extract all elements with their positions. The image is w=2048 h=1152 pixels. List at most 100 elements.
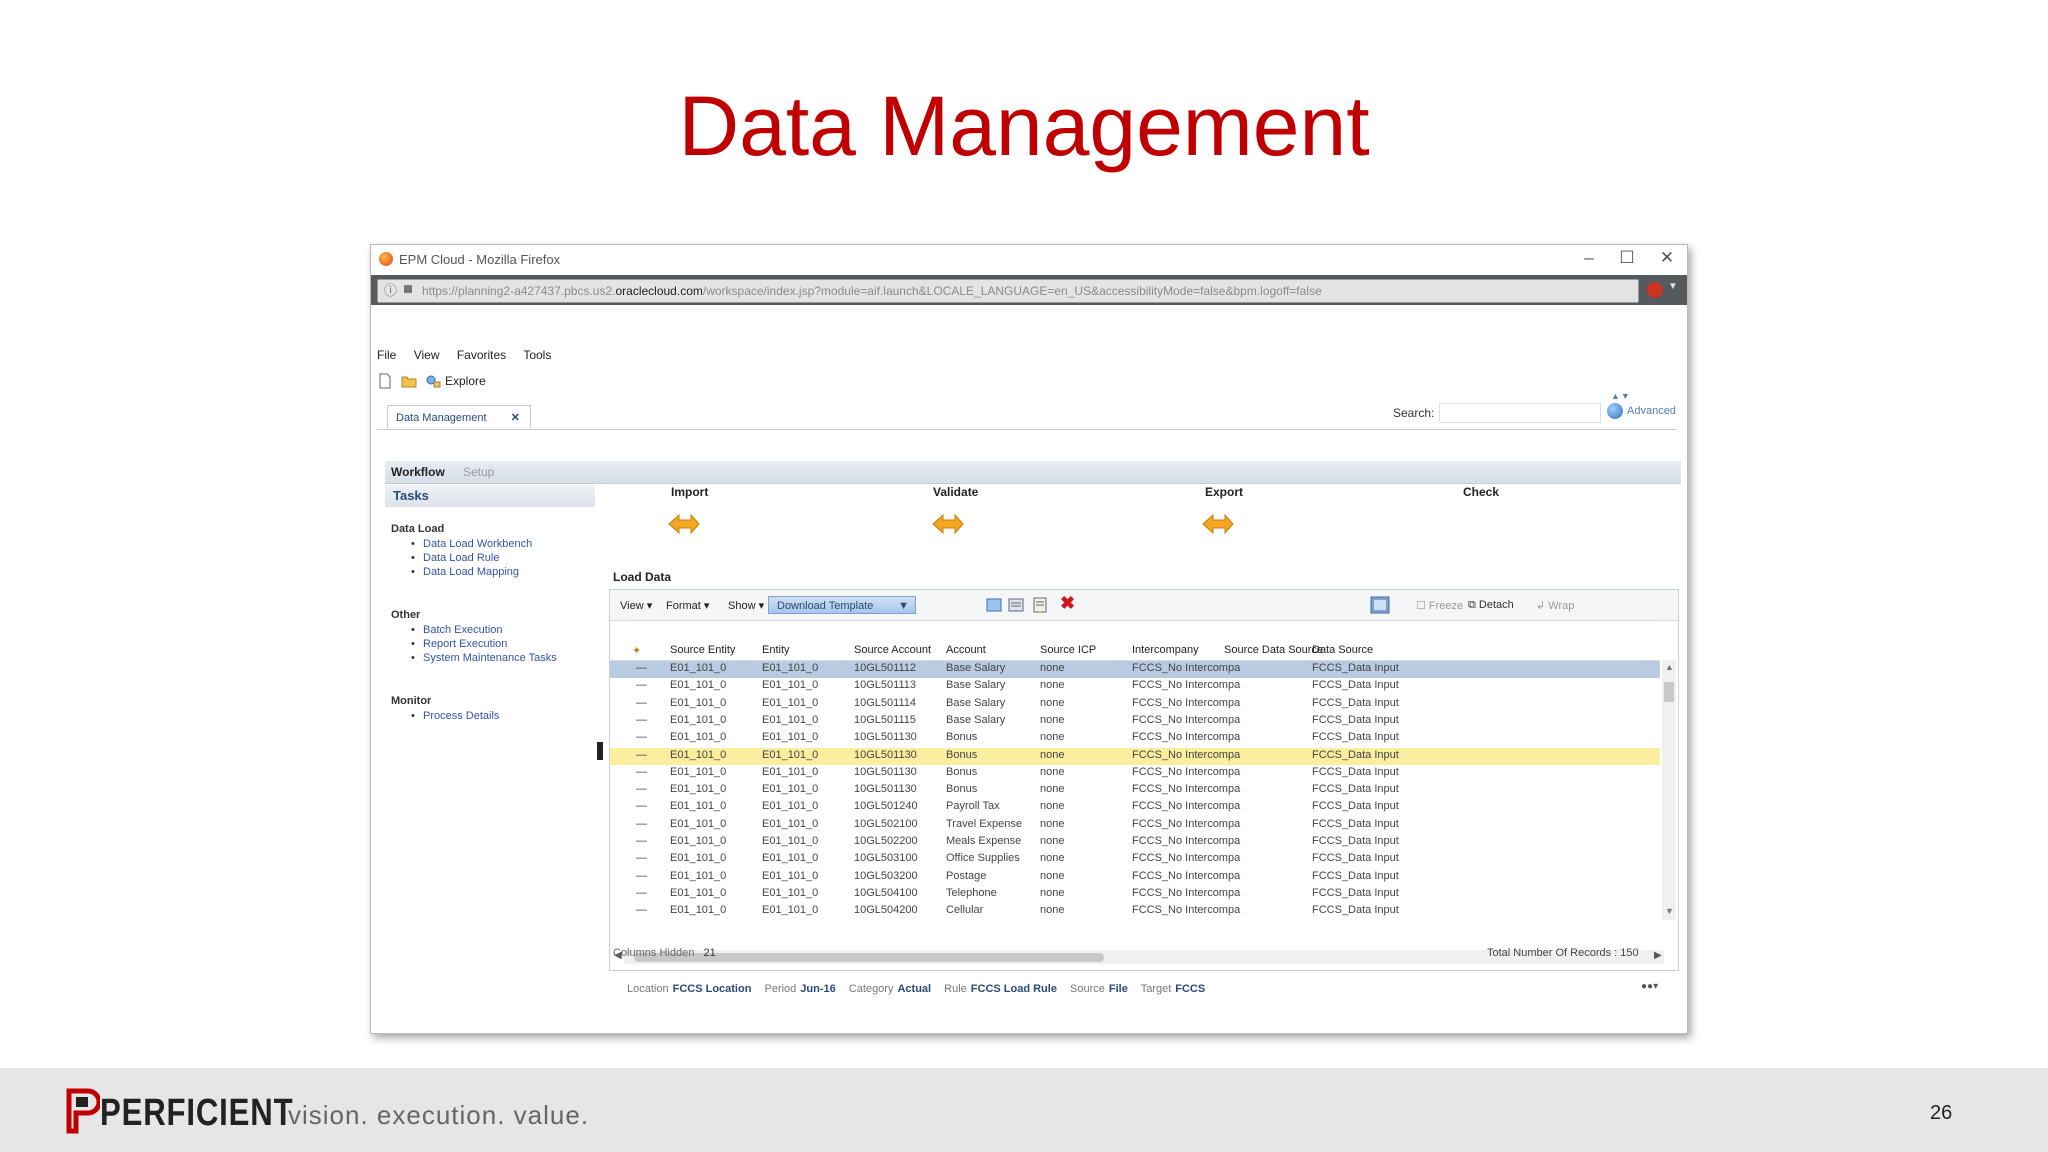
table-row[interactable]: — E01_101_0 E01_101_0 10GL501130 Bonus none FC…	[610, 782, 1660, 799]
cell-entity: E01_101_0	[762, 783, 819, 796]
tab-close-icon[interactable]: ✕	[511, 406, 520, 430]
pov-location[interactable]: FCCS Location	[673, 983, 752, 995]
close-icon[interactable]: ✕	[1655, 248, 1679, 268]
cell-source-entity: E01_101_0	[670, 904, 727, 917]
grid-action-icon[interactable]	[1008, 597, 1024, 613]
minimize-icon[interactable]: –	[1577, 248, 1601, 268]
grid-action-icon[interactable]	[986, 597, 1002, 613]
tab-workflow[interactable]: Workflow	[391, 465, 445, 479]
table-row[interactable]: — E01_101_0 E01_101_0 10GL504200 Cellular non…	[610, 903, 1660, 920]
detach-button[interactable]: ⧉ Detach	[1468, 599, 1514, 612]
table-row[interactable]: — E01_101_0 E01_101_0 10GL501112 Base Salary…	[610, 661, 1660, 678]
table-row[interactable]: — E01_101_0 E01_101_0 10GL504100 Telephone no…	[610, 886, 1660, 903]
link-system-maintenance-tasks[interactable]: System Maintenance Tasks	[411, 652, 557, 664]
total-records: Total Number Of Records : 150	[1487, 947, 1639, 959]
cell-source-icp: none	[1040, 869, 1065, 882]
tab-data-management[interactable]: Data Management ✕	[387, 405, 531, 429]
advanced-search-link[interactable]: Advanced	[1607, 403, 1676, 419]
table-row[interactable]: — E01_101_0 E01_101_0 10GL501113 Base Salary…	[610, 678, 1660, 695]
table-row[interactable]: — E01_101_0 E01_101_0 10GL502100 Travel Expe…	[610, 817, 1660, 834]
wrap-button[interactable]: ↲ Wrap	[1536, 599, 1574, 612]
show-menu[interactable]: Show ▾	[728, 599, 764, 612]
info-icon[interactable]: ⓘ	[384, 280, 397, 302]
open-folder-icon[interactable]	[401, 373, 417, 389]
vertical-scroll-thumb[interactable]	[1664, 682, 1674, 702]
column-intercompany[interactable]: Intercompany	[1132, 644, 1199, 656]
pov-period[interactable]: Jun-16	[800, 983, 835, 995]
pov-menu-icon[interactable]: ●●▾	[1641, 981, 1658, 992]
step-export[interactable]: Export	[1205, 485, 1243, 499]
link-data-load-workbench[interactable]: Data Load Workbench	[411, 538, 532, 550]
pov-target[interactable]: FCCS	[1175, 983, 1205, 995]
table-row[interactable]: — E01_101_0 E01_101_0 10GL501130 Bonus none FC…	[610, 730, 1660, 747]
menu-tools[interactable]: Tools	[523, 348, 551, 362]
url-field[interactable]: ⓘ https://planning2-a427437.pbcs.us2.ora…	[377, 279, 1639, 303]
link-data-load-mapping[interactable]: Data Load Mapping	[411, 566, 519, 578]
step-validate[interactable]: Validate	[933, 485, 978, 499]
new-doc-icon[interactable]	[377, 373, 393, 389]
step-arrow-icon[interactable]	[1201, 513, 1235, 535]
tab-setup[interactable]: Setup	[463, 465, 494, 479]
vertical-scrollbar[interactable]: ▲ ▼	[1662, 660, 1676, 920]
column-source-icp[interactable]: Source ICP	[1040, 644, 1096, 656]
table-row[interactable]: — E01_101_0 E01_101_0 10GL503100 Office Supp…	[610, 851, 1660, 868]
explore-button[interactable]: Explore	[445, 374, 486, 388]
cell-account: Cellular	[946, 904, 984, 917]
column-entity[interactable]: Entity	[762, 644, 790, 656]
scroll-up-icon[interactable]: ▲	[1665, 662, 1674, 672]
column-source-entity[interactable]: Source Entity	[670, 644, 735, 656]
cell-source-entity: E01_101_0	[670, 748, 727, 761]
table-row[interactable]: — E01_101_0 E01_101_0 10GL502200 Meals Expen…	[610, 834, 1660, 851]
delete-icon[interactable]: ✖	[1060, 593, 1075, 614]
link-report-execution[interactable]: Report Execution	[411, 638, 507, 650]
advanced-toggle-icon[interactable]: ▲▼	[1611, 391, 1631, 401]
column-source-account[interactable]: Source Account	[854, 644, 931, 656]
table-row[interactable]: — E01_101_0 E01_101_0 10GL501130 Bonus none FC…	[610, 765, 1660, 782]
cell-intercompany: FCCS_No Intercompa	[1132, 869, 1241, 882]
pov-source[interactable]: File	[1109, 983, 1128, 995]
cell-source-icp: none	[1040, 886, 1065, 899]
addon-icon[interactable]	[1647, 282, 1663, 298]
format-menu[interactable]: Format ▾	[666, 599, 709, 612]
cell-source-icp: none	[1040, 835, 1065, 847]
menu-file[interactable]: File	[377, 348, 396, 362]
addon-caret-icon[interactable]: ▼	[1668, 281, 1678, 292]
panel-collapse-handle[interactable]	[597, 742, 603, 760]
scroll-down-icon[interactable]: ▼	[1665, 906, 1674, 916]
column-account[interactable]: Account	[946, 644, 986, 656]
column-source-data-source[interactable]: Source Data Source	[1224, 644, 1323, 656]
query-icon[interactable]	[1370, 596, 1390, 614]
download-template-button[interactable]: Download Template ▼	[768, 596, 916, 614]
view-menu[interactable]: View ▾	[620, 599, 652, 612]
menu-favorites[interactable]: Favorites	[457, 348, 506, 362]
freeze-button[interactable]: ☐ Freeze	[1416, 599, 1463, 612]
scroll-right-icon[interactable]: ▶	[1654, 950, 1662, 961]
pov-rule[interactable]: FCCS Load Rule	[971, 983, 1057, 995]
url-domain: oraclecloud.com	[615, 284, 703, 298]
link-process-details[interactable]: Process Details	[411, 710, 499, 722]
search-input[interactable]	[1439, 403, 1601, 423]
maximize-icon[interactable]: ☐	[1615, 248, 1639, 268]
step-check[interactable]: Check	[1463, 485, 1499, 499]
cell-intercompany: FCCS_No Intercompa	[1132, 765, 1241, 778]
table-row[interactable]: — E01_101_0 E01_101_0 10GL501240 Payroll Tax…	[610, 799, 1660, 816]
menu-view[interactable]: View	[414, 348, 440, 362]
column-data-source[interactable]: Data Source	[1312, 644, 1373, 656]
table-row[interactable]: — E01_101_0 E01_101_0 10GL501115 Base Salary…	[610, 713, 1660, 730]
step-arrow-icon[interactable]	[931, 513, 965, 535]
explore-icon[interactable]	[425, 373, 441, 389]
step-import[interactable]: Import	[671, 485, 708, 499]
step-arrow-icon[interactable]	[667, 513, 701, 535]
cell-source-account: 10GL501130	[854, 731, 917, 744]
link-data-load-rule[interactable]: Data Load Rule	[411, 552, 500, 564]
row-status-icon: —	[636, 731, 647, 744]
table-row[interactable]: — E01_101_0 E01_101_0 10GL503200 Postage none…	[610, 869, 1660, 886]
cell-intercompany: FCCS_No Intercompa	[1132, 852, 1241, 865]
cell-account: Postage	[946, 869, 987, 882]
table-row[interactable]: — E01_101_0 E01_101_0 10GL501114 Base Salary…	[610, 696, 1660, 713]
link-batch-execution[interactable]: Batch Execution	[411, 624, 502, 636]
pov-category[interactable]: Actual	[897, 983, 931, 995]
table-row[interactable]: — E01_101_0 E01_101_0 10GL501130 Bonus none FC…	[610, 747, 1660, 765]
download-template-label: Download Template	[777, 600, 874, 612]
grid-action-icon[interactable]	[1032, 597, 1048, 613]
